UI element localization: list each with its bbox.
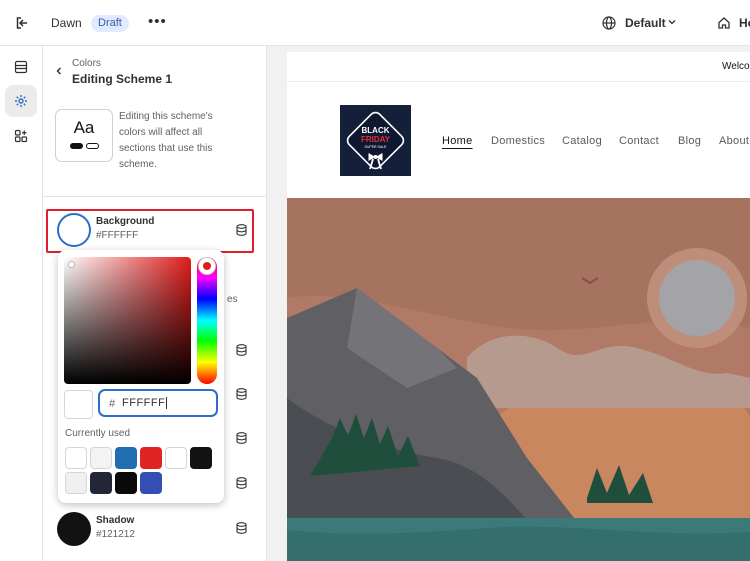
home-icon bbox=[718, 17, 730, 29]
color-swatch[interactable] bbox=[57, 512, 91, 546]
nav-link-home[interactable]: Home bbox=[442, 135, 473, 147]
currently-used-swatch[interactable] bbox=[165, 447, 187, 469]
theme-preview: Welco BLACK FRIDAY SUPER SALE Home Domes… bbox=[287, 52, 750, 561]
currently-used-swatch[interactable] bbox=[115, 472, 137, 494]
dynamic-source-icon[interactable] bbox=[236, 388, 247, 400]
hex-input[interactable]: # FFFFFF bbox=[99, 390, 217, 416]
logo-line-2: FRIDAY bbox=[361, 135, 391, 144]
hex-value[interactable]: FFFFFF bbox=[122, 397, 168, 409]
announcement-bar: Welco bbox=[287, 52, 750, 82]
outline-button-preview bbox=[86, 143, 99, 149]
currently-used-label: Currently used bbox=[65, 428, 131, 439]
globe-icon bbox=[602, 16, 616, 30]
currently-used-swatch[interactable] bbox=[65, 447, 87, 469]
store-logo[interactable]: BLACK FRIDAY SUPER SALE bbox=[340, 105, 411, 176]
currently-used-swatch[interactable] bbox=[190, 447, 212, 469]
currently-used-swatch[interactable] bbox=[115, 447, 137, 469]
solid-button-preview bbox=[70, 143, 83, 149]
dynamic-source-icon[interactable] bbox=[236, 344, 247, 356]
exit-icon[interactable] bbox=[14, 15, 30, 31]
nav-link-domestics[interactable]: Domestics bbox=[491, 135, 545, 147]
partial-label: es bbox=[227, 294, 238, 305]
nav-link-contact[interactable]: Contact bbox=[619, 135, 659, 147]
page-title: Editing Scheme 1 bbox=[72, 72, 173, 86]
hero-banner-image bbox=[287, 198, 750, 561]
color-row-shadow[interactable]: Shadow #121212 bbox=[47, 507, 255, 551]
sections-icon bbox=[14, 60, 28, 74]
draft-badge: Draft bbox=[91, 15, 129, 32]
more-actions-button[interactable]: ••• bbox=[148, 13, 167, 30]
announcement-text: Welco bbox=[722, 61, 750, 72]
logo-line-1: BLACK bbox=[362, 126, 390, 135]
locale-selector[interactable]: Default bbox=[625, 16, 666, 30]
hex-prefix: # bbox=[109, 398, 116, 410]
color-name: Shadow bbox=[96, 515, 135, 526]
chevron-down-icon[interactable] bbox=[667, 17, 677, 27]
sections-nav-button[interactable] bbox=[5, 51, 37, 83]
saturation-handle[interactable] bbox=[68, 261, 75, 268]
nav-link-blog[interactable]: Blog bbox=[678, 135, 701, 147]
gear-icon bbox=[15, 95, 27, 107]
divider bbox=[43, 196, 266, 197]
hue-slider[interactable] bbox=[197, 257, 217, 384]
dynamic-source-icon[interactable] bbox=[236, 477, 247, 489]
scheme-description: Editing this scheme's colors will affect… bbox=[119, 111, 213, 170]
nav-link-about[interactable]: About bbox=[719, 135, 749, 147]
theme-name: Dawn bbox=[51, 16, 82, 30]
dynamic-source-icon[interactable] bbox=[236, 432, 247, 444]
currently-used-swatch[interactable] bbox=[90, 472, 112, 494]
currently-used-swatch[interactable] bbox=[90, 447, 112, 469]
selection-highlight bbox=[46, 209, 254, 253]
page-selector[interactable]: Ho bbox=[739, 16, 750, 30]
breadcrumb: Colors bbox=[72, 58, 101, 69]
top-bar: Dawn Draft ••• Default Ho bbox=[0, 0, 750, 46]
color-value: #121212 bbox=[96, 529, 135, 540]
typography-sample: Aa bbox=[73, 118, 95, 137]
currently-used-swatch[interactable] bbox=[140, 472, 162, 494]
back-chevron-icon[interactable] bbox=[54, 66, 64, 76]
color-preview bbox=[64, 390, 93, 419]
typography-preview: Aa bbox=[55, 109, 113, 162]
color-picker-popover: # FFFFFF Currently used bbox=[58, 250, 224, 503]
nav-link-catalog[interactable]: Catalog bbox=[562, 135, 602, 147]
saturation-value-area[interactable] bbox=[64, 257, 191, 384]
apps-icon bbox=[14, 129, 28, 143]
hue-slider-handle[interactable] bbox=[199, 258, 215, 274]
currently-used-swatch[interactable] bbox=[140, 447, 162, 469]
left-rail bbox=[0, 46, 43, 561]
apps-nav-button[interactable] bbox=[5, 120, 37, 152]
currently-used-swatch[interactable] bbox=[65, 472, 87, 494]
theme-settings-nav-button[interactable] bbox=[5, 85, 37, 117]
logo-line-3: SUPER SALE bbox=[365, 145, 388, 149]
logo-graphic: BLACK FRIDAY SUPER SALE bbox=[340, 105, 411, 176]
